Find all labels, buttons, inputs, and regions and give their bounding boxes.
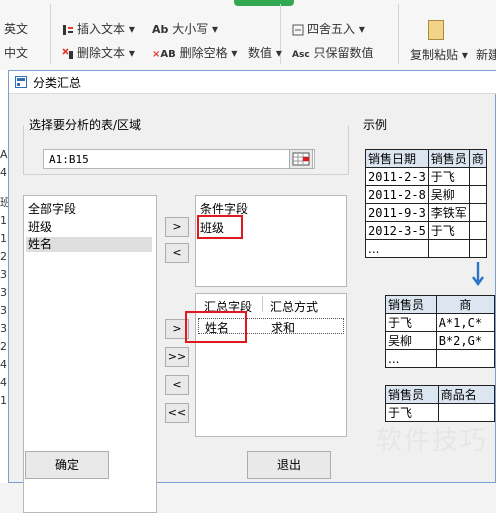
watermark: 软件技巧 [375, 426, 488, 456]
keep-values-label: 只保留数值 [313, 46, 374, 60]
example-header: 商品名 [437, 385, 496, 404]
number-button[interactable]: 数值 ▾ [248, 44, 282, 61]
delete-text-icon [62, 47, 73, 59]
example-cell [468, 185, 487, 204]
dialog-app-icon [15, 76, 27, 88]
round-icon [292, 24, 304, 35]
range-input[interactable]: A1:B15 [43, 149, 315, 169]
copy-paste-label: 复制粘贴 [410, 48, 459, 62]
dialog-title: 分类汇总 [33, 76, 82, 90]
example-cell: 吴柳 [385, 331, 437, 350]
dialog-titlebar[interactable]: 分类汇总 [9, 71, 496, 94]
ribbon-toolbar: 英文 中文 插入文本 ▾ 删除文本 ▾ Ab 大小写 ▾ ×AB 删除空格 ▾ … [0, 0, 496, 71]
example-cell [427, 239, 470, 258]
example-cell: 2011-9-3 [365, 203, 429, 222]
round-button[interactable]: 四舍五入 ▾ [292, 20, 365, 37]
ribbon-separator [50, 4, 51, 64]
ribbon-chinese-button[interactable]: 中文 [4, 44, 28, 61]
example-table-source: 销售日期 销售员商 2011-2-3 于飞 2011-2-8 吴柳 2011-9-3 李… [365, 149, 487, 258]
condition-fields-list[interactable]: 条件字段 班级 [195, 195, 347, 287]
case-button[interactable]: Ab 大小写 ▾ [152, 20, 218, 37]
add-condition-button[interactable]: > [165, 217, 189, 237]
example-cell [468, 167, 487, 186]
column-divider [262, 296, 263, 312]
example-cell: ... [385, 349, 437, 368]
new-button[interactable]: 新建 [476, 46, 496, 63]
example-cell [468, 203, 487, 222]
all-fields-item-selected[interactable]: 姓名 [26, 237, 152, 252]
ribbon-separator [398, 4, 399, 64]
example-table-detail: 销售员 商品名 于飞 [385, 385, 496, 422]
remove-all-summary-button[interactable]: << [165, 403, 189, 423]
example-cell: B*2,G* [435, 331, 496, 350]
summary-row-method[interactable]: 求和 [271, 319, 295, 336]
example-cell [435, 349, 496, 368]
example-cell: 于飞 [385, 313, 437, 332]
example-header: 销售员 [385, 295, 437, 314]
example-table-result: 销售员商 于飞 A*1,C* 吴柳 B*2,G* ... [385, 295, 496, 368]
example-cell: 2011-2-3 [365, 167, 429, 186]
example-header: 销售员 [385, 385, 439, 404]
example-header: 商 [468, 149, 487, 168]
summary-method-column-header: 汇总方式 [270, 300, 319, 314]
example-cell [468, 221, 487, 240]
down-arrow-icon [472, 262, 484, 287]
copy-paste-button[interactable]: 复制粘贴 ▾ [410, 46, 468, 63]
case-label: 大小写 [172, 22, 209, 36]
example-cell: ... [365, 239, 429, 258]
delete-text-button[interactable]: 删除文本 ▾ [62, 44, 135, 61]
example-header: 商 [435, 295, 496, 314]
exit-button[interactable]: 退出 [247, 451, 331, 479]
example-cell: 吴柳 [427, 185, 470, 204]
delete-space-button[interactable]: ×AB 删除空格 ▾ [152, 44, 237, 61]
add-all-summary-button[interactable]: >> [165, 347, 189, 367]
example-cell [468, 239, 487, 258]
number-label: 数值 [248, 46, 273, 60]
clipboard-icon [428, 20, 444, 40]
ok-button[interactable]: 确定 [25, 451, 109, 479]
highlight-box-summary [185, 311, 247, 343]
example-label: 示例 [363, 118, 388, 132]
example-header: 销售员 [427, 149, 470, 168]
keep-values-button[interactable]: Asc 只保留数值 [292, 44, 374, 61]
example-cell: 于飞 [427, 221, 470, 240]
delete-text-label: 删除文本 [77, 46, 126, 60]
example-header: 销售日期 [365, 149, 429, 168]
highlight-box-condition [197, 215, 243, 239]
example-cell [437, 403, 496, 422]
delete-space-icon: ×AB [152, 49, 176, 60]
remove-summary-button[interactable]: < [165, 375, 189, 395]
range-picker-icon [292, 152, 310, 166]
range-picker-button[interactable] [289, 149, 313, 169]
keep-values-icon: Asc [292, 50, 310, 60]
example-cell: 李铁军 [427, 203, 470, 222]
case-icon: Ab [152, 23, 169, 36]
insert-text-label: 插入文本 [77, 22, 126, 36]
all-fields-item[interactable]: 班级 [26, 220, 52, 235]
example-cell: 于飞 [427, 167, 470, 186]
example-cell: 2012-3-5 [365, 221, 429, 240]
insert-text-button[interactable]: 插入文本 ▾ [62, 20, 135, 37]
active-tab-indicator [234, 0, 294, 6]
example-cell: 2011-2-8 [365, 185, 429, 204]
insert-text-icon [63, 24, 73, 35]
remove-condition-button[interactable]: < [165, 243, 189, 263]
ribbon-english-button[interactable]: 英文 [4, 20, 28, 37]
example-cell: 于飞 [385, 403, 439, 422]
example-cell: A*1,C* [435, 313, 496, 332]
round-label: 四舍五入 [307, 22, 356, 36]
range-input-value: A1:B15 [49, 153, 89, 166]
all-fields-header: 全部字段 [28, 202, 77, 216]
delete-space-label: 删除空格 [179, 46, 228, 60]
